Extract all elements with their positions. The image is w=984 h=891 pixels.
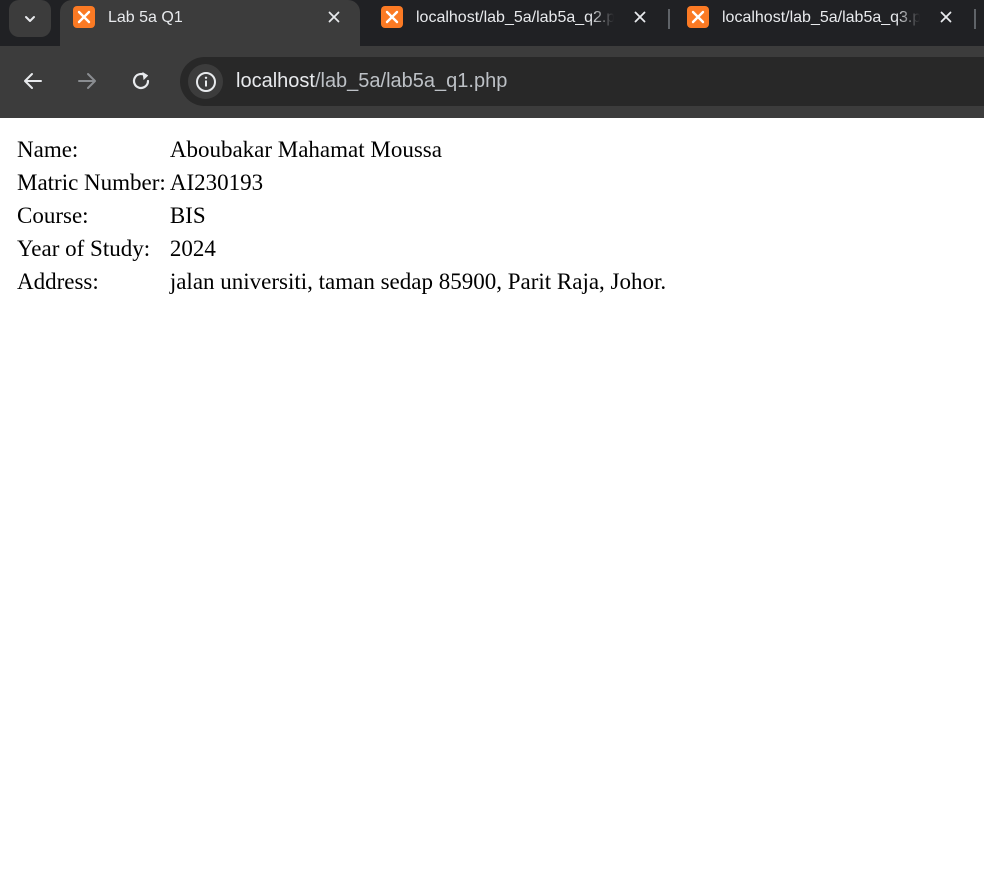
close-tab-icon[interactable] bbox=[631, 8, 649, 26]
matric-number-label: Matric Number: bbox=[17, 170, 166, 195]
back-button[interactable] bbox=[18, 66, 48, 96]
table-row: Name: Aboubakar Mahamat Moussa bbox=[16, 134, 667, 165]
tab-strip: Lab 5a Q1 localhost/lab_5a/lab5a_q2.php bbox=[0, 0, 984, 46]
page-content: Name: Aboubakar Mahamat Moussa Matric Nu… bbox=[0, 118, 984, 891]
table-row: Course: BIS bbox=[16, 200, 667, 231]
address-label: Address: bbox=[17, 269, 99, 294]
year-of-study-value: 2024 bbox=[169, 236, 216, 261]
forward-button[interactable] bbox=[72, 66, 102, 96]
name-value: Aboubakar Mahamat Moussa bbox=[169, 137, 442, 162]
toolbar: localhost/lab_5a/lab5a_q1.php bbox=[0, 46, 984, 118]
address-value: jalan universiti, taman sedap 85900, Par… bbox=[169, 269, 667, 294]
chevron-down-icon bbox=[25, 15, 35, 22]
year-of-study-label: Year of Study: bbox=[17, 236, 151, 261]
name-label: Name: bbox=[17, 137, 79, 162]
tab-title: Lab 5a Q1 bbox=[108, 9, 183, 26]
course-value: BIS bbox=[169, 203, 206, 228]
xampp-favicon-icon bbox=[73, 6, 95, 28]
tab-lab5a-q2[interactable]: localhost/lab_5a/lab5a_q2.php bbox=[368, 0, 668, 46]
student-info-table: Name: Aboubakar Mahamat Moussa Matric Nu… bbox=[14, 132, 669, 299]
tab-title: localhost/lab_5a/lab5a_q3.php bbox=[722, 9, 920, 26]
info-icon bbox=[195, 71, 216, 92]
close-tab-icon[interactable] bbox=[937, 8, 955, 26]
arrow-left-icon bbox=[24, 73, 42, 89]
arrow-right-icon bbox=[78, 73, 96, 89]
reload-icon bbox=[132, 72, 150, 90]
site-info-button[interactable] bbox=[188, 64, 223, 99]
tab-lab-5a-q1[interactable]: Lab 5a Q1 bbox=[60, 0, 360, 46]
table-row: Year of Study: 2024 bbox=[16, 233, 667, 264]
tab-divider bbox=[974, 9, 976, 29]
tab-title: localhost/lab_5a/lab5a_q2.php bbox=[416, 9, 614, 26]
table-row: Matric Number: AI230193 bbox=[16, 167, 667, 198]
close-tab-icon[interactable] bbox=[325, 8, 343, 26]
matric-number-value: AI230193 bbox=[169, 170, 264, 195]
course-label: Course: bbox=[17, 203, 89, 228]
tab-lab5a-q3[interactable]: localhost/lab_5a/lab5a_q3.php bbox=[674, 0, 974, 46]
url-path: /lab_5a/lab5a_q1.php bbox=[314, 70, 508, 92]
reload-button[interactable] bbox=[126, 66, 156, 96]
table-row: Address: jalan universiti, taman sedap 8… bbox=[16, 266, 667, 297]
tab-divider bbox=[668, 9, 670, 29]
tab-search-button[interactable] bbox=[9, 0, 51, 37]
xampp-favicon-icon bbox=[381, 6, 403, 28]
url-text[interactable]: localhost/lab_5a/lab5a_q1.php bbox=[236, 69, 507, 94]
browser-chrome: Lab 5a Q1 localhost/lab_5a/lab5a_q2.php bbox=[0, 0, 984, 118]
url-host: localhost bbox=[236, 70, 315, 92]
xampp-favicon-icon bbox=[687, 6, 709, 28]
address-bar[interactable]: localhost/lab_5a/lab5a_q1.php bbox=[180, 57, 984, 106]
